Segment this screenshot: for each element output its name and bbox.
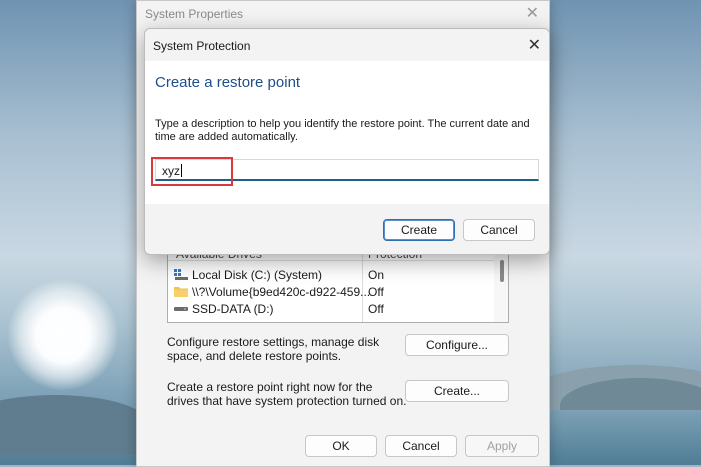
drive-name: Local Disk (C:) (System) [192, 268, 323, 282]
close-icon[interactable]: ✕ [528, 35, 541, 55]
drives-scrollbar[interactable] [494, 246, 508, 322]
scrollbar-thumb[interactable] [500, 260, 504, 282]
dialog-titlebar[interactable]: System Protection ✕ [145, 29, 549, 61]
create-restore-point-button[interactable]: Create... [405, 380, 509, 402]
drive-row[interactable]: \\?\Volume{b9ed420c-d922-459... Off [168, 283, 492, 300]
system-drive-icon [174, 269, 188, 280]
drive-protection: Off [368, 285, 384, 299]
drive-icon [174, 307, 188, 311]
drive-row[interactable]: Local Disk (C:) (System) On [168, 266, 492, 283]
wallpaper-sun [8, 280, 118, 390]
create-button[interactable]: Create [383, 219, 455, 241]
highlight-box [151, 157, 233, 186]
drives-list[interactable]: Available Drives Protection Local Disk (… [167, 245, 509, 323]
drive-name: SSD-DATA (D:) [192, 302, 274, 316]
dialog-heading: Create a restore point [155, 74, 301, 91]
drive-name: \\?\Volume{b9ed420c-d922-459... [192, 285, 371, 299]
drive-protection: Off [368, 302, 384, 316]
configure-description: Configure restore settings, manage disk … [167, 335, 380, 363]
configure-button[interactable]: Configure... [405, 334, 509, 356]
create-description: Create a restore point right now for the… [167, 380, 407, 408]
wallpaper-hill [0, 395, 150, 455]
dialog-description: Type a description to help you identify … [155, 118, 530, 143]
folder-drive-icon [174, 287, 188, 297]
window-title: System Properties [145, 7, 244, 21]
ok-button[interactable]: OK [305, 435, 377, 457]
system-protection-dialog: System Protection ✕ Create a restore poi… [144, 28, 550, 255]
apply-button[interactable]: Apply [465, 435, 539, 457]
dialog-cancel-button[interactable]: Cancel [463, 219, 535, 241]
drive-protection: On [368, 268, 385, 282]
close-icon[interactable]: ✕ [526, 3, 539, 23]
drive-row[interactable]: SSD-DATA (D:) Off [168, 300, 492, 317]
cancel-button[interactable]: Cancel [385, 435, 457, 457]
dialog-title: System Protection [153, 39, 251, 53]
